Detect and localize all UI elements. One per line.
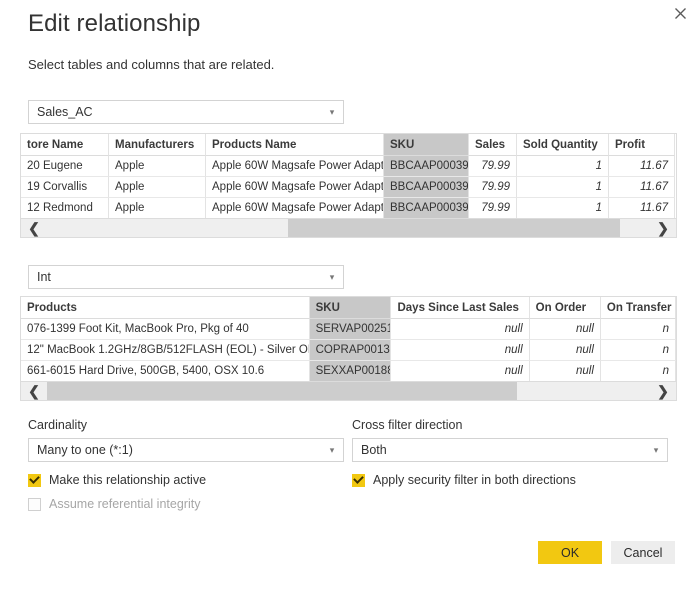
table-cell: Apple <box>109 156 206 177</box>
column-header[interactable]: Manufacturers <box>109 134 206 156</box>
table-cell: Apple 60W Magsafe Power Adapter <box>206 177 384 198</box>
table-row: 661-6015 Hard Drive, 500GB, 5400, OSX 10… <box>21 361 676 382</box>
dialog-subtitle: Select tables and columns that are relat… <box>28 57 275 72</box>
table-row: 12" MacBook 1.2GHz/8GB/512FLASH (EOL) - … <box>21 340 676 361</box>
cardinality-label: Cardinality <box>28 418 88 432</box>
table-cell: 1 <box>517 156 609 177</box>
assume-referential-integrity-checkbox: Assume referential integrity <box>28 497 200 511</box>
column-header[interactable]: tore Name <box>21 134 109 156</box>
apply-security-filter-label: Apply security filter in both directions <box>373 473 576 487</box>
make-relationship-active-checkbox[interactable]: Make this relationship active <box>28 473 206 487</box>
table1-grid[interactable]: tore Name Manufacturers Products Name SKU Sa… <box>20 133 677 238</box>
table-cell: Apple 60W Magsafe Power Adapter <box>206 198 384 219</box>
table-cell: 12" MacBook 1.2GHz/8GB/512FLASH (EOL) - … <box>21 340 310 361</box>
ok-button[interactable]: OK <box>538 541 602 564</box>
table-cell: 1 <box>517 177 609 198</box>
table-cell: 20 Eugene <box>21 156 109 177</box>
table-cell: n <box>600 340 676 361</box>
chevron-down-icon: ▾ <box>329 444 335 455</box>
checkbox-box <box>352 473 365 487</box>
cancel-button[interactable]: Cancel <box>611 541 675 564</box>
table1-body: 20 Eugene Apple Apple 60W Magsafe Power Ad… <box>21 156 676 219</box>
column-header[interactable]: Sold Quantity <box>517 134 609 156</box>
close-icon <box>674 7 686 19</box>
table-cell: Apple 60W Magsafe Power Adapter <box>206 156 384 177</box>
page-title: Edit relationship <box>28 10 201 37</box>
chevron-down-icon: ▾ <box>653 444 659 455</box>
table-cell: null <box>391 340 530 361</box>
table-cell: null <box>529 319 601 340</box>
checkbox-box <box>28 473 41 487</box>
table-cell: 1 <box>517 198 609 219</box>
cross-filter-value: Both <box>361 443 387 457</box>
apply-security-filter-checkbox[interactable]: Apply security filter in both directions <box>352 473 576 487</box>
table-row: 076-1399 Foot Kit, MacBook Pro, Pkg of 4… <box>21 319 676 340</box>
checkbox-box <box>28 497 41 511</box>
table2-header-row: Products SKU Days Since Last Sales On Order… <box>21 297 676 319</box>
column-header[interactable]: Sales <box>469 134 517 156</box>
table-cell: null <box>529 361 601 382</box>
table-cell: n <box>600 319 676 340</box>
table1-hscrollbar[interactable]: ❮ ❯ <box>21 218 676 237</box>
table-cell: COPRAP001399 <box>309 340 392 361</box>
chevron-left-icon[interactable]: ❮ <box>21 382 47 400</box>
table1-header-row: tore Name Manufacturers Products Name SKU Sa… <box>21 134 676 156</box>
table-cell: Apple <box>109 177 206 198</box>
chevron-down-icon: ▾ <box>329 106 335 117</box>
column-header[interactable]: SKU <box>384 134 469 156</box>
table-cell: null <box>391 361 530 382</box>
table-cell: 79.99 <box>469 177 517 198</box>
table2-body: 076-1399 Foot Kit, MacBook Pro, Pkg of 4… <box>21 319 676 382</box>
table1-scroll-track[interactable] <box>47 219 650 237</box>
cardinality-value: Many to one (*:1) <box>37 443 133 457</box>
table-cell: 076-1399 Foot Kit, MacBook Pro, Pkg of 4… <box>21 319 310 340</box>
column-header[interactable]: On Transfer <box>600 297 676 319</box>
column-header[interactable]: Days Since Last Sales <box>391 297 530 319</box>
table-cell: 12 Redmond <box>21 198 109 219</box>
table-cell: n <box>600 361 676 382</box>
table-cell: 79.99 <box>469 156 517 177</box>
table-cell: 11.67 <box>609 177 675 198</box>
table-cell: null <box>391 319 530 340</box>
table-cell: null <box>529 340 601 361</box>
table-cell: 661-6015 Hard Drive, 500GB, 5400, OSX 10… <box>21 361 310 382</box>
table1-select[interactable]: Sales_AC ▾ <box>28 100 344 124</box>
table-row: 12 Redmond Apple Apple 60W Magsafe Power A… <box>21 198 676 219</box>
column-header[interactable]: Products Name <box>206 134 384 156</box>
table-cell: Apple <box>109 198 206 219</box>
cardinality-select[interactable]: Many to one (*:1) ▾ <box>28 438 344 462</box>
assume-referential-integrity-label: Assume referential integrity <box>49 497 201 511</box>
table2-hscrollbar[interactable]: ❮ ❯ <box>21 381 676 400</box>
table-cell: SERVAP002511 <box>309 319 392 340</box>
column-header[interactable]: SKU <box>309 297 392 319</box>
table-cell: SEXXAP001889 <box>309 361 392 382</box>
table-cell: 79.99 <box>469 198 517 219</box>
column-header[interactable]: On Order <box>529 297 601 319</box>
chevron-right-icon[interactable]: ❯ <box>650 382 676 400</box>
cross-filter-label: Cross filter direction <box>352 418 463 432</box>
table-cell: 11.67 <box>609 198 675 219</box>
column-header[interactable]: Profit <box>609 134 675 156</box>
table2-grid[interactable]: Products SKU Days Since Last Sales On Order… <box>20 296 677 401</box>
make-relationship-active-label: Make this relationship active <box>49 473 207 487</box>
table1-select-value: Sales_AC <box>37 105 93 119</box>
table-row: 20 Eugene Apple Apple 60W Magsafe Power Ad… <box>21 156 676 177</box>
table-cell: BBCAAP000390 <box>384 198 469 219</box>
chevron-left-icon[interactable]: ❮ <box>21 219 47 237</box>
table1-scroll-thumb[interactable] <box>288 219 620 237</box>
column-header[interactable]: Products <box>21 297 310 319</box>
chevron-down-icon: ▾ <box>329 271 335 282</box>
close-button[interactable] <box>663 0 697 26</box>
table-cell: 19 Corvallis <box>21 177 109 198</box>
table2-select-value: Int <box>37 270 51 284</box>
cross-filter-select[interactable]: Both ▾ <box>352 438 668 462</box>
table-cell: BBCAAP000390 <box>384 156 469 177</box>
table2-select[interactable]: Int ▾ <box>28 265 344 289</box>
table-cell: 11.67 <box>609 156 675 177</box>
table-cell: BBCAAP000390 <box>384 177 469 198</box>
chevron-right-icon[interactable]: ❯ <box>650 219 676 237</box>
table2-scroll-thumb[interactable] <box>47 382 518 400</box>
table2-scroll-track[interactable] <box>47 382 650 400</box>
table-row: 19 Corvallis Apple Apple 60W Magsafe Power… <box>21 177 676 198</box>
